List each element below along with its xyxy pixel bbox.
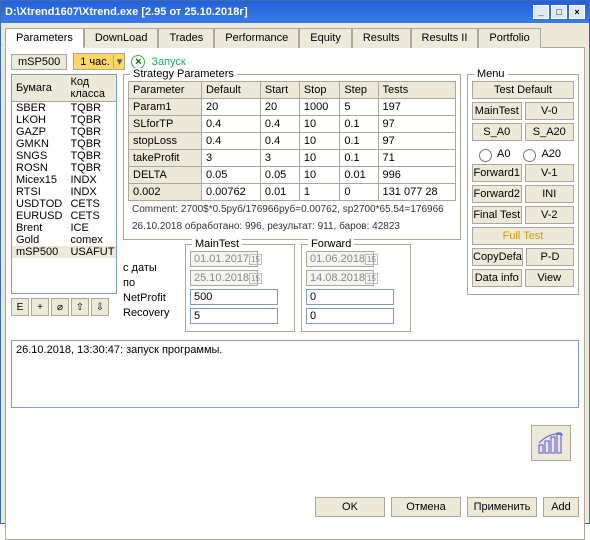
comment-line: Comment: 2700$*0.5руб/176966руб=0.00762,… [128,201,456,218]
fulltest-button[interactable]: Full Test [472,227,574,245]
tab-download[interactable]: DownLoad [84,28,159,48]
pd-button[interactable]: P-D [526,248,574,266]
list-item: GAZPTQBR [12,126,117,138]
ini-button[interactable]: INI [525,185,575,203]
cancel-button[interactable]: Отмена [391,497,461,517]
calendar-icon: 15 [249,254,262,265]
forward-from[interactable]: 01.06.201815 [306,251,374,267]
status-line: 26.10.2018 обработано: 996, результат: 9… [128,218,456,235]
maintest-from[interactable]: 01.01.201715 [190,251,258,267]
calendar-icon: 15 [365,254,378,265]
main-tabs: Parameters DownLoad Trades Performance E… [5,27,585,48]
v1-button[interactable]: V-1 [525,164,575,182]
tab-results2[interactable]: Results II [411,28,479,48]
datainfo-button[interactable]: Data info [472,269,522,287]
add-button[interactable]: + [31,298,49,316]
maximize-button[interactable]: □ [551,5,567,19]
calendar-icon: 15 [249,273,262,284]
window-title: D:\Xtrend1607\Xtrend.exe [2.95 от 25.10.… [5,6,533,18]
bar-chart-icon [537,431,565,455]
titlebar: D:\Xtrend1607\Xtrend.exe [2.95 от 25.10.… [1,1,589,23]
strategy-parameters: Strategy Parameters ParameterDefault Sta… [123,74,461,240]
tab-parameters[interactable]: Parameters [5,28,84,48]
forward1-button[interactable]: Forward1 [472,164,522,182]
v2-button[interactable]: V-2 [525,206,575,224]
chart-button[interactable] [531,425,571,461]
up-button[interactable]: ⇧ [71,298,89,316]
tab-trades[interactable]: Trades [158,28,214,48]
list-item: USDTODCETS [12,198,117,210]
forward2-button[interactable]: Forward2 [472,185,522,203]
sa0-button[interactable]: S_A0 [472,123,522,141]
period-select[interactable]: 1 час. ▾ [73,53,125,70]
tab-results[interactable]: Results [352,28,411,48]
forward-netprofit[interactable]: 0 [306,289,394,305]
down-button[interactable]: ⇩ [91,298,109,316]
copydefa-button[interactable]: CopyDefa [472,248,523,266]
maintest-button[interactable]: MainTest [472,102,522,120]
list-item: EURUSDCETS [12,210,117,222]
ok-button[interactable]: OK [315,497,385,517]
tab-performance[interactable]: Performance [214,28,299,48]
list-item: SBERTQBR [12,102,117,115]
maintest-group: MainTest 01.01.201715 25.10.201815 500 5 [185,244,295,332]
symbol-list[interactable]: БумагаКод класса SBERTQBR LKOHTQBR GAZPT… [11,74,117,294]
list-item: Goldcomex [12,234,117,246]
finaltest-button[interactable]: Final Test [472,206,522,224]
list-item: BrentICE [12,222,117,234]
menu-panel: Menu Test Default MainTestV-0 S_A0S_A20 … [467,74,579,295]
chevron-down-icon: ▾ [113,55,123,68]
clear-button[interactable]: ⌀ [51,298,69,316]
list-item: mSP500USAFUT [12,246,117,258]
list-item: LKOHTQBR [12,114,117,126]
current-symbol: mSP500 [11,54,67,70]
list-item: RTSIINDX [12,186,117,198]
list-item: SNGSTQBR [12,150,117,162]
close-button[interactable]: × [569,5,585,19]
apply-button[interactable]: Применить [467,497,537,517]
tab-portfolio[interactable]: Portfolio [478,28,540,48]
tab-equity[interactable]: Equity [299,28,352,48]
edit-button[interactable]: E [11,298,29,316]
maintest-recovery[interactable]: 5 [190,308,278,324]
add-bottom-button[interactable]: Add [543,497,579,517]
test-default-button[interactable]: Test Default [472,81,574,99]
minimize-button[interactable]: _ [533,5,549,19]
maintest-to[interactable]: 25.10.201815 [190,270,258,286]
a20-radio[interactable]: A20 [518,146,561,162]
list-item: GMKNTQBR [12,138,117,150]
forward-group: Forward 01.06.201815 14.08.201815 0 0 [301,244,411,332]
run-icon[interactable]: × [131,55,145,69]
v0-button[interactable]: V-0 [525,102,575,120]
launch-label[interactable]: Запуск [151,56,185,68]
forward-to[interactable]: 14.08.201815 [306,270,374,286]
log-area[interactable]: 26.10.2018, 13:30:47: запуск программы. [11,340,579,408]
list-item: Micex15INDX [12,174,117,186]
sa20-button[interactable]: S_A20 [525,123,575,141]
maintest-netprofit[interactable]: 500 [190,289,278,305]
view-button[interactable]: View [525,269,575,287]
list-item: ROSNTQBR [12,162,117,174]
calendar-icon: 15 [365,273,378,284]
a0-radio[interactable]: A0 [474,146,510,162]
forward-recovery[interactable]: 0 [306,308,394,324]
